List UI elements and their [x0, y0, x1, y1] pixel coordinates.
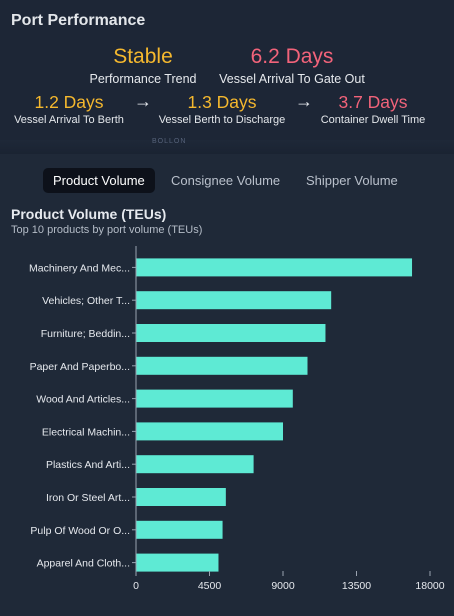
arrival-to-berth-label: Vessel Arrival To Berth [14, 114, 124, 126]
x-tick-label: 0 [133, 580, 139, 592]
category-label: Vehicles; Other T... [42, 295, 130, 307]
trend-value: Stable [113, 45, 173, 68]
category-label: Wood And Articles... [36, 394, 130, 406]
gate-out-label: Vessel Arrival To Gate Out [219, 72, 365, 86]
bar [136, 520, 223, 539]
bar [136, 422, 283, 441]
container-dwell-label: Container Dwell Time [320, 114, 426, 126]
bar [136, 455, 254, 474]
category-label: Pulp Of Wood Or O... [30, 525, 130, 537]
tab-product-volume[interactable]: Product Volume [43, 168, 155, 193]
bar-chart: Machinery And Mec... Vehicles; Other T...… [29, 246, 445, 592]
map-background [0, 140, 454, 154]
category-label: Iron Or Steel Art... [46, 492, 130, 504]
bar [136, 324, 326, 342]
chart-title: Product Volume (TEUs) [11, 206, 167, 222]
bar [136, 389, 293, 408]
arrow-right-icon: → [134, 91, 152, 111]
page-title: Port Performance [11, 12, 146, 29]
chart-subtitle: Top 10 products by port volume (TEUs) [11, 224, 203, 236]
container-dwell-value: 3.7 Days [338, 92, 408, 112]
category-label: Furniture; Beddin... [41, 328, 130, 340]
bar [136, 553, 219, 572]
berth-to-discharge-value: 1.3 Days [187, 92, 257, 112]
trend-label: Performance Trend [89, 72, 197, 86]
map-place-label: BOLLON [152, 138, 187, 145]
tab-shipper-volume[interactable]: Shipper Volume [296, 168, 408, 193]
category-label: Paper And Paperbo... [30, 361, 130, 373]
category-label: Electrical Machin... [42, 426, 130, 438]
bar [136, 356, 308, 375]
arrow-right-icon: → [295, 91, 313, 111]
bar [136, 488, 226, 506]
gate-out-value: 6.2 Days [250, 45, 334, 68]
bar [136, 291, 332, 310]
x-tick-label: 9000 [271, 580, 295, 592]
category-label: Plastics And Arti... [46, 459, 130, 471]
category-label: Apparel And Cloth... [37, 558, 130, 570]
berth-to-discharge-label: Vessel Berth to Discharge [158, 114, 286, 126]
bar [136, 258, 413, 277]
x-tick-label: 18000 [415, 580, 444, 592]
x-tick-label: 13500 [342, 580, 371, 592]
category-label: Machinery And Mec... [29, 262, 130, 274]
tab-consignee-volume[interactable]: Consignee Volume [161, 168, 290, 193]
arrival-to-berth-value: 1.2 Days [34, 92, 104, 112]
x-tick-label: 4500 [198, 580, 222, 592]
